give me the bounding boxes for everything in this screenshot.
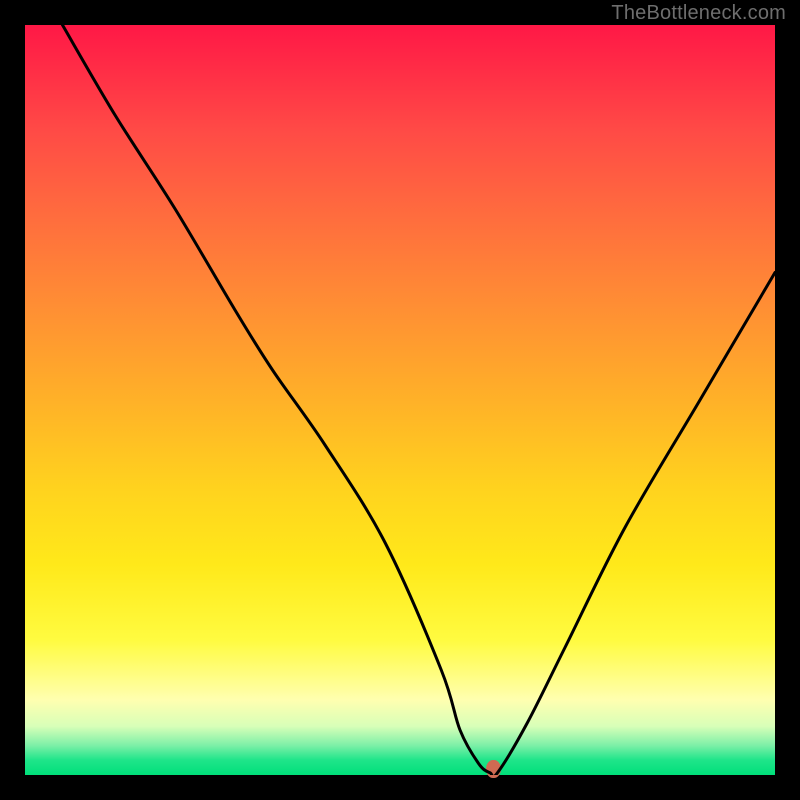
watermark-text: TheBottleneck.com <box>611 2 786 25</box>
bottleneck-curve-path <box>63 25 776 775</box>
bottleneck-chart: TheBottleneck.com <box>0 0 800 800</box>
plot-area <box>25 25 775 775</box>
curve-svg <box>25 25 775 775</box>
